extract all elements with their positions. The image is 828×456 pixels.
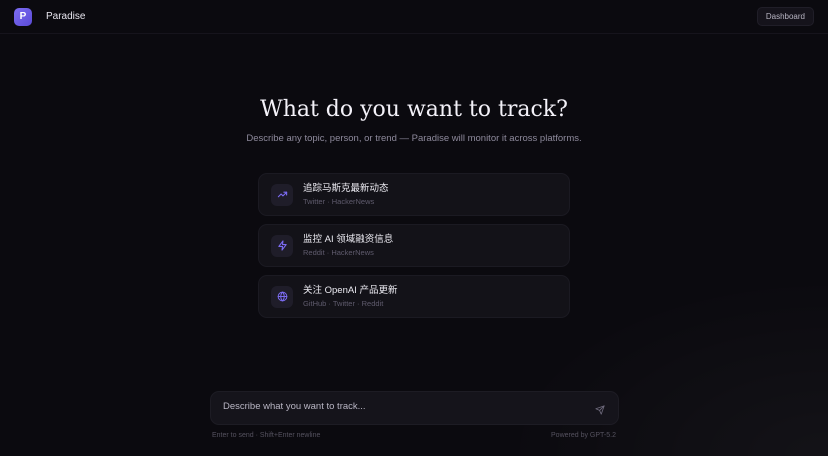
suggestion-title: 关注 OpenAI 产品更新 bbox=[303, 285, 398, 296]
globe-icon bbox=[271, 285, 293, 308]
suggestion-list: 追踪马斯克最新动态 Twitter · HackerNews 监控 AI 领域融… bbox=[258, 173, 570, 326]
send-icon bbox=[595, 402, 605, 420]
suggestion-text: 追踪马斯克最新动态 Twitter · HackerNews bbox=[303, 182, 389, 207]
suggestion-text: 关注 OpenAI 产品更新 GitHub · Twitter · Reddit bbox=[303, 284, 398, 309]
suggestion-sources: Reddit · HackerNews bbox=[303, 248, 374, 257]
track-input[interactable] bbox=[221, 399, 592, 413]
suggestion-title: 追踪马斯克最新动态 bbox=[303, 183, 389, 194]
app-root: P Paradise Dashboard What do you want to… bbox=[0, 0, 828, 456]
suggestion-text: 监控 AI 领域融资信息 Reddit · HackerNews bbox=[303, 233, 393, 258]
suggestion-card-ai-funding[interactable]: 监控 AI 领域融资信息 Reddit · HackerNews bbox=[258, 224, 570, 267]
suggestion-card-musk[interactable]: 追踪马斯克最新动态 Twitter · HackerNews bbox=[258, 173, 570, 216]
suggestion-sources: Twitter · HackerNews bbox=[303, 197, 375, 206]
trending-up-icon bbox=[271, 183, 293, 206]
page-subtitle: Describe any topic, person, or trend — P… bbox=[246, 133, 582, 144]
brand[interactable]: P Paradise bbox=[14, 7, 86, 26]
powered-by-label: Powered by GPT-5.2 bbox=[551, 432, 616, 439]
suggestion-card-openai[interactable]: 关注 OpenAI 产品更新 GitHub · Twitter · Reddit bbox=[258, 275, 570, 318]
app-name: Paradise bbox=[46, 11, 86, 22]
page-title: What do you want to track? bbox=[260, 97, 568, 122]
suggestion-title: 监控 AI 领域融资信息 bbox=[303, 234, 394, 245]
keyboard-hint: Enter to send · Shift+Enter newline bbox=[212, 432, 321, 439]
top-bar: P Paradise Dashboard bbox=[0, 0, 828, 34]
send-button[interactable] bbox=[592, 403, 608, 419]
app-logo: P bbox=[14, 7, 32, 26]
suggestion-sources: GitHub · Twitter · Reddit bbox=[303, 299, 384, 308]
dashboard-button[interactable]: Dashboard bbox=[756, 7, 814, 26]
track-composer bbox=[210, 391, 619, 425]
lightning-icon bbox=[271, 234, 293, 257]
